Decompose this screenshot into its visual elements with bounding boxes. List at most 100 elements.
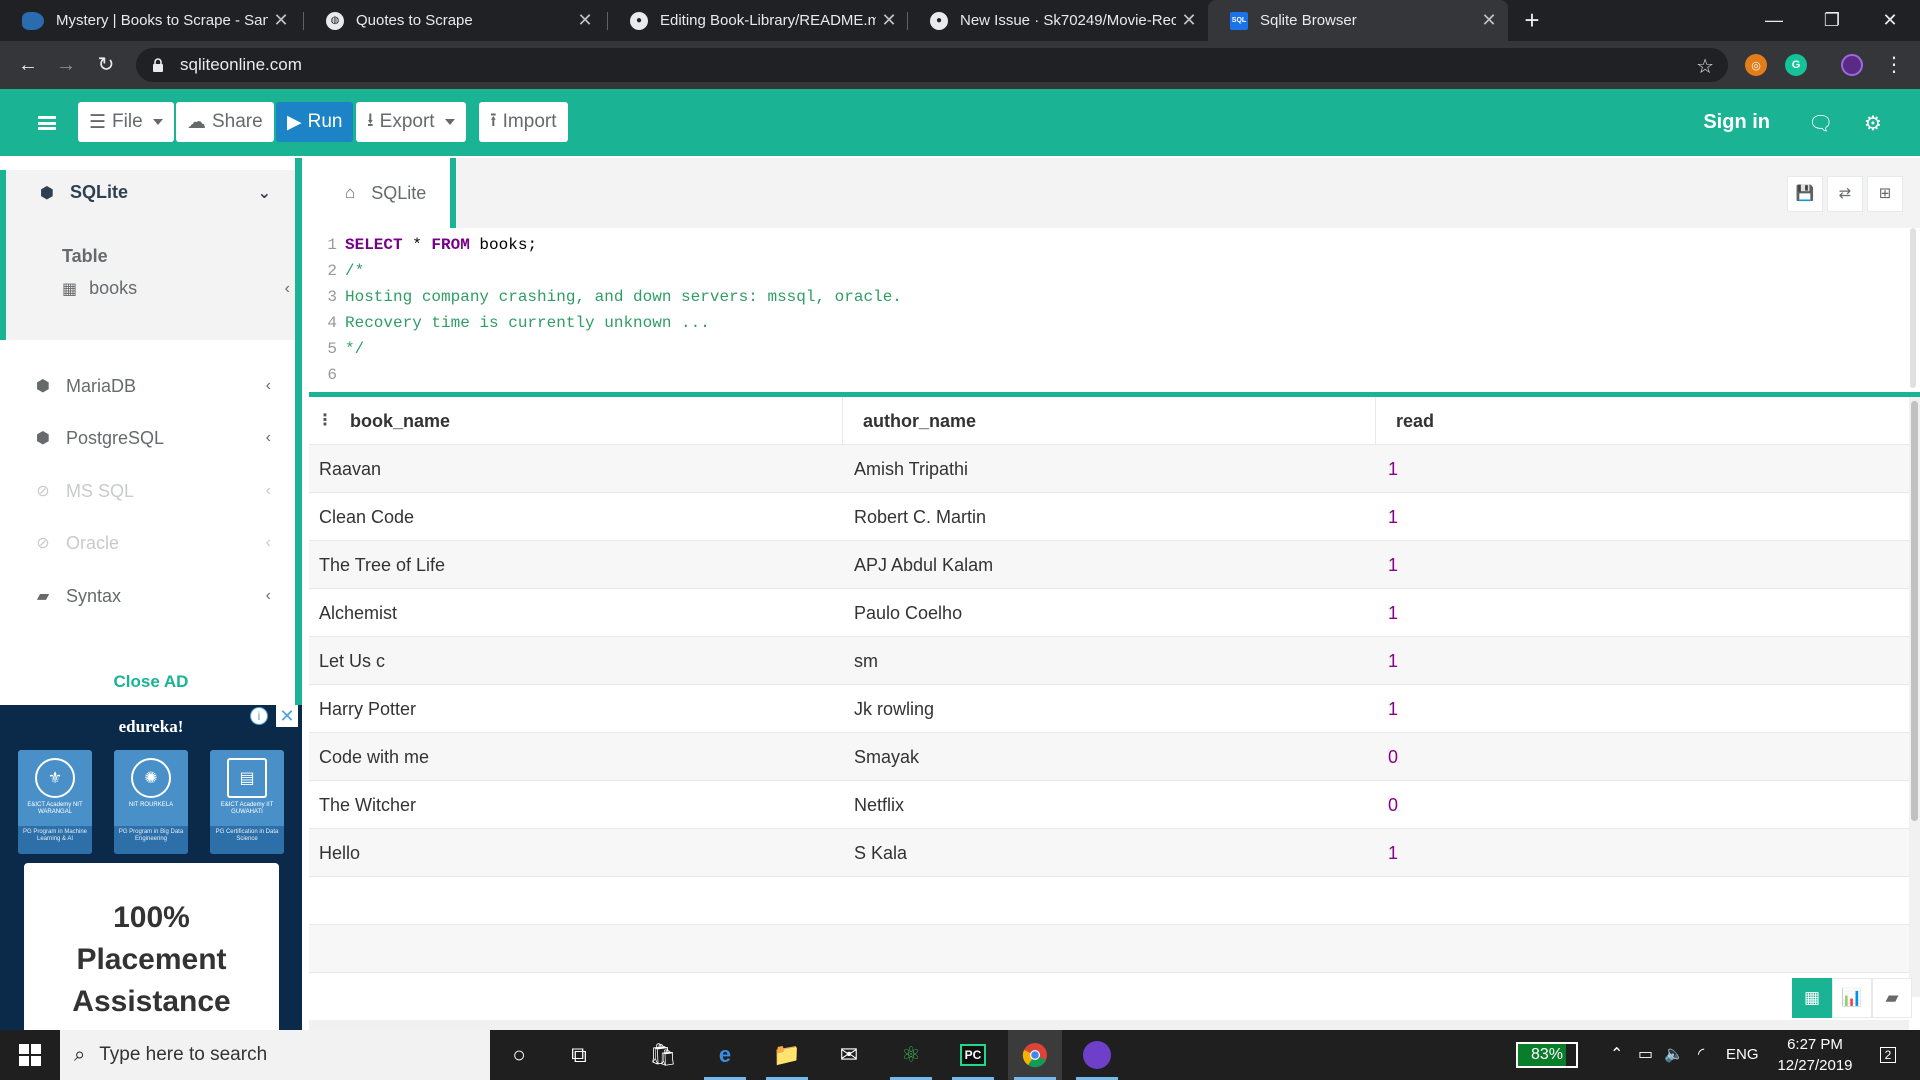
close-ad-link[interactable]: Close AD: [0, 672, 295, 692]
close-tab-icon[interactable]: ✕: [1176, 10, 1202, 31]
table-cell[interactable]: 0: [1388, 733, 1398, 781]
table-row[interactable]: Hello S Kala 1: [309, 829, 1909, 877]
cortana-icon[interactable]: ○: [492, 1030, 546, 1080]
wifi-icon[interactable]: ◜: [1698, 1030, 1704, 1080]
browser-tab[interactable]: ◍ Quotes to Scrape ✕: [304, 0, 604, 41]
table-cell[interactable]: 0: [1388, 781, 1398, 829]
table-cell[interactable]: 1: [1388, 829, 1398, 877]
extension-icon[interactable]: ◎: [1745, 54, 1767, 76]
taskbar-search-box[interactable]: ⌕ Type here to search: [60, 1030, 490, 1080]
windows-start-button[interactable]: [0, 1030, 60, 1080]
ad-close-icon[interactable]: ✕: [276, 705, 298, 727]
ad-info-icon[interactable]: i: [250, 707, 268, 725]
store-icon[interactable]: 🛍: [636, 1030, 690, 1080]
address-bar[interactable]: sqliteonline.com ☆: [136, 48, 1728, 82]
table-cell[interactable]: Robert C. Martin: [854, 493, 986, 541]
table-cell[interactable]: Alchemist: [319, 589, 397, 637]
import-button[interactable]: ⭱ Import: [479, 102, 568, 142]
volume-icon[interactable]: 🔈: [1664, 1030, 1684, 1080]
table-cell[interactable]: 1: [1388, 589, 1398, 637]
column-header[interactable]: read: [1396, 397, 1434, 445]
table-cell[interactable]: Amish Tripathi: [854, 445, 968, 493]
horizontal-scrollbar[interactable]: [309, 1020, 1909, 1030]
advertisement[interactable]: edureka! i ✕ ⚜ E&ICT Academy NIT WARANGA…: [0, 705, 302, 1030]
table-cell[interactable]: The Tree of Life: [319, 541, 445, 589]
table-cell[interactable]: 1: [1388, 685, 1398, 733]
table-cell[interactable]: Jk rowling: [854, 685, 934, 733]
bookmark-star-icon[interactable]: ☆: [1696, 54, 1714, 79]
table-row[interactable]: Harry Potter Jk rowling 1: [309, 685, 1909, 733]
sign-in-link[interactable]: Sign in: [1703, 111, 1770, 134]
browser-tab[interactable]: Mystery | Books to Scrape - Sand ✕: [0, 0, 300, 41]
notifications-icon[interactable]: 2: [1870, 1030, 1906, 1080]
mail-icon[interactable]: ✉: [822, 1030, 876, 1080]
browser-tab-active[interactable]: SQL Sqlite Browser ✕: [1208, 0, 1508, 41]
edge-browser-icon[interactable]: e: [698, 1030, 752, 1080]
column-header[interactable]: author_name: [863, 397, 976, 445]
table-cell[interactable]: Code with me: [319, 733, 429, 781]
editor-scrollbar[interactable]: [1910, 228, 1916, 388]
sidebar-item-postgresql[interactable]: ⬢ PostgreSQL ‹: [0, 414, 295, 462]
reload-button[interactable]: ↻: [92, 51, 120, 79]
save-icon[interactable]: 💾: [1787, 176, 1823, 212]
close-window-button[interactable]: ✕: [1861, 0, 1919, 41]
export-menu-button[interactable]: ⭳ Export: [356, 102, 466, 142]
sql-editor[interactable]: 1 SELECT * FROM books; 2 /* 3 Hosting compa…: [309, 228, 1920, 392]
browser-menu-icon[interactable]: ⋮: [1880, 51, 1908, 79]
table-cell[interactable]: APJ Abdul Kalam: [854, 541, 993, 589]
table-row[interactable]: Raavan Amish Tripathi 1: [309, 445, 1909, 493]
scrollbar-thumb[interactable]: [1911, 401, 1918, 821]
back-button[interactable]: ←: [14, 51, 42, 79]
chrome-icon[interactable]: [1008, 1030, 1062, 1080]
restore-window-button[interactable]: ❐: [1803, 0, 1861, 41]
column-divider[interactable]: [842, 397, 843, 445]
table-cell[interactable]: sm: [854, 637, 878, 685]
close-tab-icon[interactable]: ✕: [1476, 10, 1502, 31]
table-cell[interactable]: Smayak: [854, 733, 919, 781]
tab-sqlite[interactable]: ⌂ SQLite: [309, 158, 456, 228]
table-row[interactable]: Code with me Smayak 0: [309, 733, 1909, 781]
table-cell[interactable]: 1: [1388, 637, 1398, 685]
table-row[interactable]: Alchemist Paulo Coelho 1: [309, 589, 1909, 637]
table-cell[interactable]: 1: [1388, 541, 1398, 589]
browser-tab[interactable]: ● New Issue · Sk70249/Movie-Reco ✕: [908, 0, 1208, 41]
close-tab-icon[interactable]: ✕: [268, 10, 294, 31]
show-hidden-icons-icon[interactable]: ⌃: [1610, 1030, 1623, 1080]
forward-button[interactable]: →: [52, 51, 80, 79]
share-button[interactable]: ☁ Share: [176, 102, 274, 142]
table-cell[interactable]: The Witcher: [319, 781, 416, 829]
sidebar-item-syntax[interactable]: ▰ Syntax ‹: [0, 572, 295, 620]
table-cell[interactable]: 1: [1388, 493, 1398, 541]
table-cell[interactable]: Let Us c: [319, 637, 385, 685]
atom-app-icon[interactable]: ⚛: [884, 1030, 938, 1080]
battery-indicator[interactable]: 83%: [1516, 1042, 1578, 1068]
battery-icon[interactable]: ▭: [1638, 1030, 1653, 1080]
grammarly-icon[interactable]: G: [1785, 54, 1807, 76]
table-cell[interactable]: S Kala: [854, 829, 907, 877]
language-indicator[interactable]: ENG: [1726, 1030, 1759, 1080]
new-tab-plus-icon[interactable]: ⊞: [1867, 176, 1903, 212]
browser-tab[interactable]: ● Editing Book-Library/README.m ✕: [608, 0, 908, 41]
column-header[interactable]: book_name: [350, 397, 450, 445]
task-view-icon[interactable]: ⧉: [552, 1030, 606, 1080]
chart-view-icon[interactable]: 📊: [1832, 978, 1872, 1018]
table-cell[interactable]: Clean Code: [319, 493, 414, 541]
settings-gear-icon[interactable]: ⚙: [1864, 111, 1882, 136]
chat-icon[interactable]: 🗨: [1808, 111, 1833, 136]
profile-avatar[interactable]: [1841, 54, 1863, 76]
table-cell[interactable]: Paulo Coelho: [854, 589, 962, 637]
new-tab-button[interactable]: +: [1518, 6, 1546, 34]
table-view-icon[interactable]: ▦: [1792, 978, 1832, 1018]
results-scrollbar[interactable]: [1909, 397, 1920, 997]
table-row[interactable]: The Tree of Life APJ Abdul Kalam 1: [309, 541, 1909, 589]
system-clock[interactable]: 6:27 PM 12/27/2019: [1760, 1034, 1870, 1076]
table-cell[interactable]: 1: [1388, 445, 1398, 493]
run-button[interactable]: ▶ Run: [276, 102, 354, 142]
text-view-icon[interactable]: ▰: [1872, 978, 1912, 1018]
column-menu-icon[interactable]: ⋮: [317, 397, 333, 445]
table-row[interactable]: Let Us c sm 1: [309, 637, 1909, 685]
file-menu-button[interactable]: ☰ File: [78, 102, 174, 142]
table-row[interactable]: The Witcher Netflix 0: [309, 781, 1909, 829]
table-row[interactable]: Clean Code Robert C. Martin 1: [309, 493, 1909, 541]
sqlite-header[interactable]: ⬢ SQLite ⌄: [6, 182, 295, 203]
